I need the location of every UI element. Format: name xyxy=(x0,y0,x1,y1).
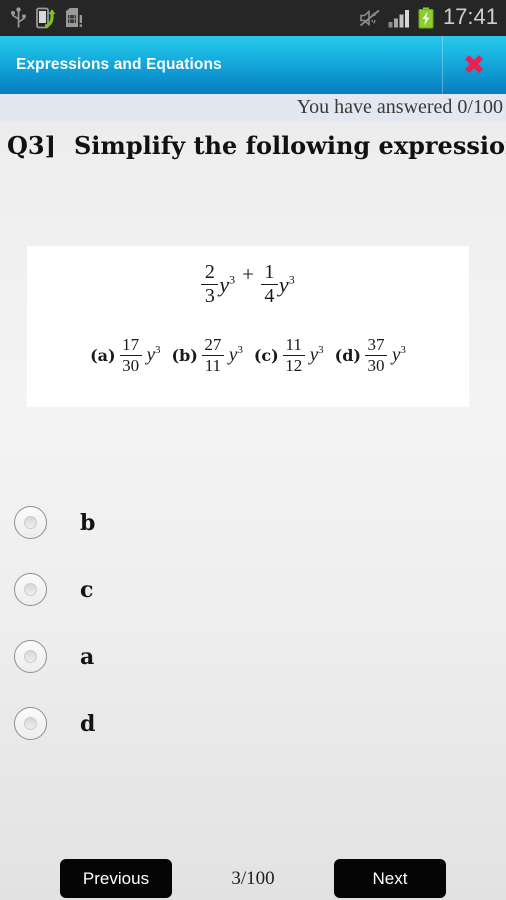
variable-exponent: 3 xyxy=(229,272,236,287)
radio-inner-dot xyxy=(24,583,37,596)
status-bar-clock: 17:41 xyxy=(442,4,498,29)
phone-transfer-icon xyxy=(36,7,56,29)
radio-button-icon[interactable] xyxy=(14,506,47,539)
status-bar-left-icons xyxy=(10,7,83,29)
variable-base: y xyxy=(219,271,230,297)
answer-choice-label: b xyxy=(80,509,96,536)
fraction-numerator: 11 xyxy=(285,335,302,354)
signal-bars-icon xyxy=(388,9,411,28)
math-option-label: (d) xyxy=(334,345,361,365)
question-header: Q3] Simplify the following expressions xyxy=(0,121,506,169)
fraction-numerator: 27 xyxy=(204,335,222,354)
fraction-denominator: 4 xyxy=(264,285,275,308)
expression-operator: + xyxy=(242,262,254,286)
answer-choice-4[interactable]: d xyxy=(0,690,506,757)
page-title: Expressions and Equations xyxy=(16,56,222,73)
answer-choice-label: a xyxy=(80,643,95,670)
variable-exponent: 3 xyxy=(318,344,324,357)
fraction: 1 4 xyxy=(260,261,278,308)
sim-card-alert-icon xyxy=(65,7,83,29)
fraction-denominator: 30 xyxy=(367,356,385,376)
status-bar-right-icons: 17:41 xyxy=(359,4,498,32)
question-math-image: 2 3 y3 + 1 4 y3 (a) 17 30 y3 (b) 27 11 y… xyxy=(27,246,469,407)
answer-choice-list: b c a d xyxy=(0,489,506,757)
variable: y3 xyxy=(219,272,235,298)
variable-exponent: 3 xyxy=(237,344,243,357)
fraction-denominator: 12 xyxy=(285,356,303,376)
variable: y3 xyxy=(392,344,406,366)
answer-choice-1[interactable]: b xyxy=(0,489,506,556)
fraction-denominator: 30 xyxy=(122,356,140,376)
variable-exponent: 3 xyxy=(400,344,406,357)
android-status-bar: 17:41 xyxy=(0,0,506,36)
progress-strip: You have answered 0/100 xyxy=(0,94,506,121)
fraction: 37 30 xyxy=(364,335,387,376)
math-option-label: (b) xyxy=(171,345,198,365)
expression-term-1: 2 3 y3 xyxy=(201,262,235,307)
radio-button-icon[interactable] xyxy=(14,640,47,673)
radio-inner-dot xyxy=(24,650,37,663)
variable-base: y xyxy=(146,344,156,366)
fraction-numerator: 37 xyxy=(367,335,385,354)
variable: y3 xyxy=(229,344,243,366)
math-options-row: (a) 17 30 y3 (b) 27 11 y3 (c) 11 12 y3 (… xyxy=(27,336,469,375)
math-expression: 2 3 y3 + 1 4 y3 xyxy=(27,262,469,307)
answer-choice-2[interactable]: c xyxy=(0,556,506,623)
variable: y3 xyxy=(310,344,324,366)
fraction-denominator: 11 xyxy=(204,356,222,376)
battery-charging-icon xyxy=(418,7,434,29)
variable-exponent: 3 xyxy=(288,272,295,287)
fraction-numerator: 2 xyxy=(204,261,215,283)
bottom-navigation-bar: Previous 3/100 Next xyxy=(0,855,506,900)
math-option-b: (b) 27 11 y3 xyxy=(172,336,243,375)
radio-button-icon[interactable] xyxy=(14,573,47,606)
close-icon: ✖ xyxy=(462,49,486,81)
radio-inner-dot xyxy=(24,516,37,529)
close-button[interactable]: ✖ xyxy=(442,36,506,94)
variable-exponent: 3 xyxy=(155,344,161,357)
fraction: 11 12 xyxy=(282,335,305,376)
expression-term-2: 1 4 y3 xyxy=(260,261,295,308)
variable-base: y xyxy=(309,344,319,366)
previous-button[interactable]: Previous xyxy=(60,859,172,898)
quiz-screen: 17:41 Expressions and Equations ✖ You ha… xyxy=(0,0,506,900)
math-option-label: (a) xyxy=(90,345,116,365)
fraction-denominator: 3 xyxy=(204,285,215,308)
usb-icon xyxy=(10,7,27,29)
math-option-c: (c) 11 12 y3 xyxy=(254,336,324,375)
variable: y3 xyxy=(279,272,295,298)
math-option-d: (d) 37 30 y3 xyxy=(335,336,406,375)
radio-button-icon[interactable] xyxy=(14,707,47,740)
variable-base: y xyxy=(278,271,289,297)
fraction-numerator: 1 xyxy=(264,261,275,283)
variable: y3 xyxy=(147,344,161,366)
answered-count-text: You have answered 0/100 xyxy=(296,96,503,118)
app-title-bar: Expressions and Equations xyxy=(0,36,506,94)
answer-choice-label: c xyxy=(80,576,94,603)
math-option-a: (a) 17 30 y3 xyxy=(90,336,160,375)
page-counter: 3/100 xyxy=(231,867,275,889)
next-button[interactable]: Next xyxy=(334,859,446,898)
question-text: Simplify the following expressions xyxy=(73,130,506,160)
math-option-label: (c) xyxy=(253,345,279,365)
answer-choice-label: d xyxy=(80,710,96,737)
fraction: 2 3 xyxy=(201,261,219,308)
radio-inner-dot xyxy=(24,717,37,730)
answer-choice-3[interactable]: a xyxy=(0,623,506,690)
fraction: 27 11 xyxy=(201,335,224,376)
mute-vibrate-off-icon xyxy=(359,9,381,27)
fraction-numerator: 17 xyxy=(122,335,140,354)
fraction: 17 30 xyxy=(119,335,142,376)
question-number: Q3] xyxy=(7,130,56,160)
